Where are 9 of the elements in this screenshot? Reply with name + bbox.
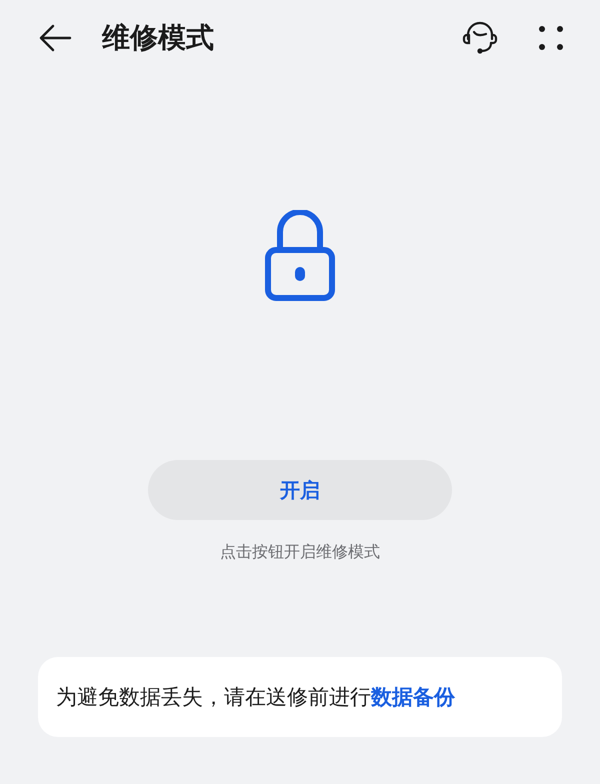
hint-text: 点击按钮开启维修模式 — [220, 542, 380, 563]
back-icon[interactable] — [38, 24, 72, 52]
enable-button[interactable]: 开启 — [148, 460, 452, 520]
backup-link[interactable]: 数据备份 — [371, 685, 455, 709]
lock-icon — [264, 210, 336, 302]
more-icon[interactable] — [538, 25, 564, 51]
page-title: 维修模式 — [102, 20, 215, 56]
notice-text: 为避免数据丢失，请在送修前进行数据备份 — [56, 684, 456, 711]
headset-icon[interactable] — [462, 21, 498, 55]
